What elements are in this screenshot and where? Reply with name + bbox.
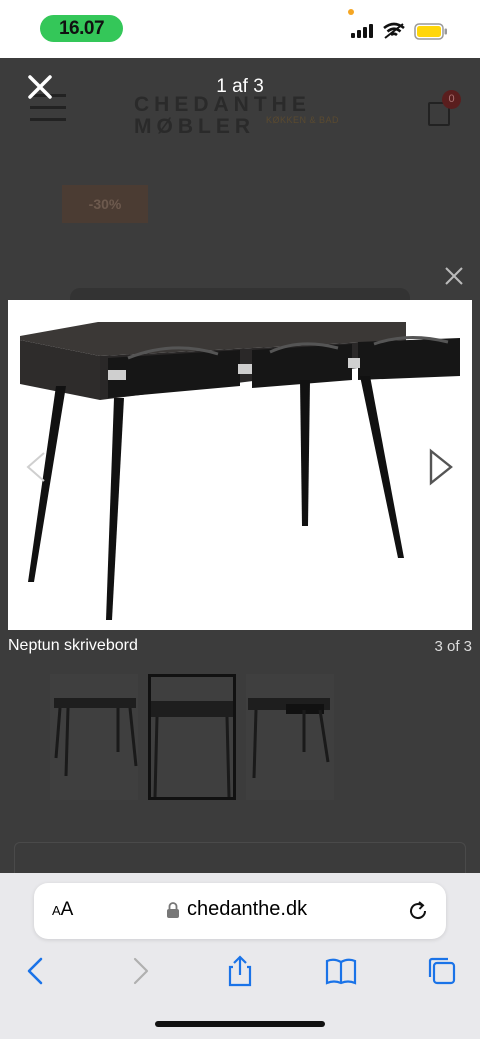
address-bar[interactable]: AA chedanthe.dk [34,883,446,939]
battery-icon [414,23,447,40]
status-time: 16.07 [40,15,123,42]
back-icon[interactable] [18,953,54,989]
discount-badge: -30% [62,185,148,223]
image-caption: Neptun skrivebord [8,637,138,654]
camera-indicator-icon [348,9,354,15]
thumbnail-3[interactable] [246,674,334,800]
lock-icon [167,902,179,918]
chevron-left-icon[interactable] [24,450,48,484]
product-image[interactable] [8,300,472,630]
forward-icon[interactable] [122,953,158,989]
close-icon[interactable] [444,266,464,286]
tabs-icon[interactable] [424,953,460,989]
status-bar: 16.07 [0,0,480,58]
share-icon[interactable] [222,953,258,989]
bookmarks-icon[interactable] [323,953,359,989]
home-indicator [155,1021,325,1027]
desk-thumbnail-icon [248,698,330,779]
image-counter-bottom: 3 of 3 [434,638,472,655]
desk-thumbnail-icon [151,701,233,798]
desk-illustration [20,322,460,620]
image-counter-top: 1 af 3 [216,76,264,97]
reload-icon[interactable] [406,899,430,923]
url-text[interactable]: chedanthe.dk [187,898,307,921]
wifi-icon [383,22,405,39]
signal-icon [351,24,375,38]
thumbnail-1[interactable] [50,674,138,800]
thumbnail-2[interactable] [148,674,236,800]
browser-toolbar: AA chedanthe.dk [0,873,480,1039]
chevron-right-icon[interactable] [428,448,454,486]
text-size-button[interactable]: AA [52,899,73,921]
desk-thumbnail-icon [54,698,138,777]
lightbox-header: 1 af 3 [0,58,480,118]
